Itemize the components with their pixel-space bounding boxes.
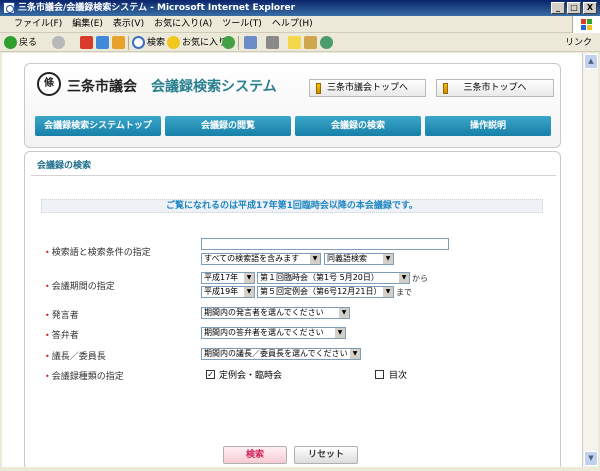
keyword-input[interactable]: [201, 238, 449, 250]
home-icon: [112, 36, 125, 49]
window-title: 三条市議会/会議録検索システム - Microsoft Internet Exp…: [18, 3, 296, 13]
search-icon: [132, 36, 145, 49]
main-nav: 会議録検索システムトップ 会議録の閲覧 会議録の検索 操作説明: [35, 116, 551, 136]
edit-icon: [288, 36, 301, 49]
menu-tools[interactable]: ツール(T): [217, 16, 267, 33]
star-icon: [167, 36, 180, 49]
ie-app-icon: [3, 2, 15, 14]
from-year-select[interactable]: 平成17年: [201, 272, 255, 284]
period-label: 会議期間の指定: [45, 279, 115, 292]
answerer-select[interactable]: 期間内の答弁者を選んでください: [201, 327, 346, 339]
stop-button[interactable]: [80, 35, 95, 51]
window-titlebar: 三条市議会/会議録検索システム - Microsoft Internet Exp…: [0, 0, 600, 16]
mail-icon: [244, 36, 257, 49]
vertical-scrollbar[interactable]: ▲ ▼: [582, 53, 598, 467]
back-button[interactable]: 戻る: [4, 35, 37, 51]
folder-icon: [304, 36, 317, 49]
menu-bar: ファイル(F) 編集(E) 表示(V) お気に入り(A) ツール(T) ヘルプ(H): [0, 16, 600, 33]
links-bar[interactable]: リンク: [565, 35, 592, 51]
discuss-button[interactable]: [304, 35, 319, 51]
refresh-icon: [96, 36, 109, 49]
toolbar-separator: [238, 36, 239, 50]
menu-edit[interactable]: 編集(E): [67, 16, 108, 33]
menu-help[interactable]: ヘルプ(H): [267, 16, 318, 33]
from-suffix: から: [412, 274, 428, 283]
keyword-mode-select[interactable]: すべての検索語を含みます: [201, 253, 321, 265]
home-button[interactable]: [112, 35, 127, 51]
record-type-label: 会議録種類の指定: [45, 369, 124, 382]
window-controls: _ □ X: [551, 2, 597, 14]
windows-logo-icon: [572, 16, 600, 33]
availability-notice: ご覧になれるのは平成17年第1回臨時会以降の本会議録です。: [41, 199, 543, 213]
messenger-icon: [320, 36, 333, 49]
forward-arrow-icon: [52, 36, 65, 49]
city-top-link[interactable]: 三条市トップへ: [436, 79, 554, 97]
divider: [31, 175, 556, 176]
toolbar-separator: [128, 36, 129, 50]
history-button[interactable]: [222, 35, 237, 51]
chair-select[interactable]: 期間内の議長／委員長を選んでください: [201, 348, 361, 360]
menu-file[interactable]: ファイル(F): [0, 16, 67, 33]
browser-toolbar: 戻る 検索 お気に入り リンク: [0, 34, 600, 52]
print-button[interactable]: [266, 35, 281, 51]
page-content: 條 三条市議会 会議録検索システム 三条市議会トップへ 三条市トップへ 会議録検…: [2, 53, 582, 467]
index-label: 目次: [389, 371, 408, 381]
nav-search[interactable]: 会議録の検索: [295, 116, 421, 136]
regular-session-checkbox[interactable]: ✓: [206, 370, 215, 379]
from-session-select[interactable]: 第１回臨時会（第1号 5月20日）: [257, 272, 410, 284]
nav-browse[interactable]: 会議録の閲覧: [165, 116, 291, 136]
answerer-label: 答弁者: [45, 328, 79, 341]
chair-label: 議長／委員長: [45, 349, 106, 362]
minimize-button[interactable]: _: [551, 2, 565, 14]
close-button[interactable]: X: [583, 2, 597, 14]
to-year-select[interactable]: 平成19年: [201, 286, 255, 298]
search-button[interactable]: 検索: [132, 35, 165, 51]
messenger-button[interactable]: [320, 35, 335, 51]
search-submit-button[interactable]: 検索: [223, 446, 287, 464]
keyword-label: 検索語と検索条件の指定: [45, 245, 151, 258]
menu-view[interactable]: 表示(V): [108, 16, 149, 33]
link-marker-icon: [443, 83, 448, 94]
reset-button[interactable]: リセット: [294, 446, 358, 464]
nav-help[interactable]: 操作説明: [425, 116, 551, 136]
to-session-select[interactable]: 第５回定例会（第6号12月21日）: [257, 286, 394, 298]
maximize-button[interactable]: □: [567, 2, 581, 14]
scroll-up-arrow-icon[interactable]: ▲: [584, 54, 598, 69]
speaker-select[interactable]: 期間内の発言者を選んでください: [201, 307, 350, 319]
search-panel-title: 会議録の検索: [37, 161, 92, 171]
forward-button[interactable]: [52, 35, 67, 51]
menu-favorites[interactable]: お気に入り(A): [149, 16, 217, 33]
mail-button[interactable]: [244, 35, 259, 51]
council-name: 三条市議会: [67, 79, 137, 95]
city-emblem-logo[interactable]: 條: [37, 72, 61, 96]
scroll-down-arrow-icon[interactable]: ▼: [584, 451, 598, 466]
refresh-button[interactable]: [96, 35, 111, 51]
link-marker-icon: [316, 83, 321, 94]
to-suffix: まで: [396, 288, 412, 297]
nav-system-top[interactable]: 会議録検索システムトップ: [35, 116, 161, 136]
speaker-label: 発言者: [45, 308, 79, 321]
regular-session-label: 定例会・臨時会: [219, 371, 283, 381]
print-icon: [266, 36, 279, 49]
search-panel: 会議録の検索 ご覧になれるのは平成17年第1回臨時会以降の本会議録です。 検索語…: [24, 151, 561, 467]
history-icon: [222, 36, 235, 49]
site-header: 條 三条市議会 会議録検索システム 三条市議会トップへ 三条市トップへ 会議録検…: [24, 63, 561, 148]
stop-icon: [80, 36, 93, 49]
index-checkbox[interactable]: [375, 370, 384, 379]
council-top-link[interactable]: 三条市議会トップへ: [309, 79, 426, 97]
synonym-mode-select[interactable]: 同義語検索: [324, 253, 394, 265]
back-arrow-icon: [4, 36, 17, 49]
edit-button[interactable]: [288, 35, 303, 51]
favorites-button[interactable]: お気に入り: [167, 35, 227, 51]
system-name: 会議録検索システム: [151, 79, 277, 95]
